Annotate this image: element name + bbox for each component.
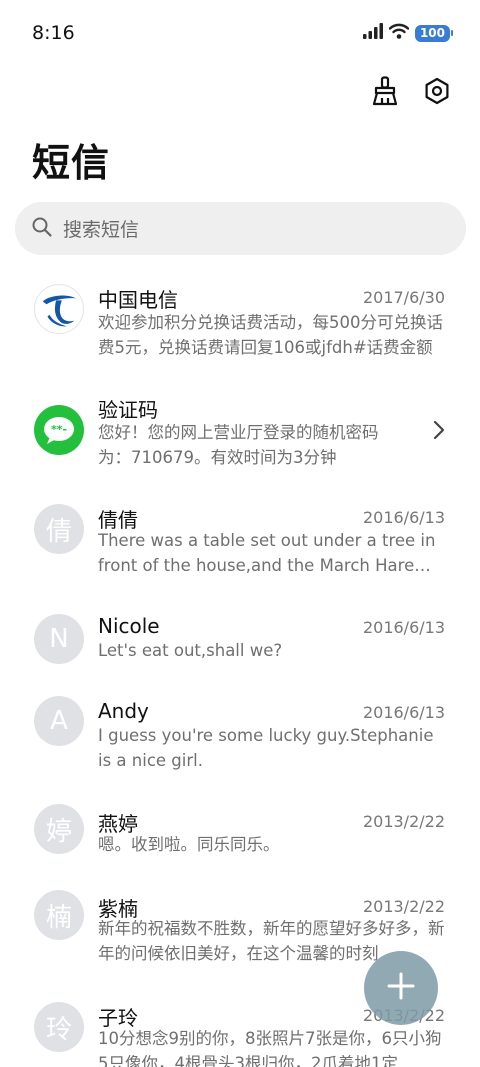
search-input[interactable]: 搜索短信 [15,202,466,255]
list-item[interactable]: 中国电信 2017/6/30 欢迎参加积分兑换话费活动，每500分可兑换话费5元… [0,270,480,380]
avatar: 楠 [34,890,84,940]
search-icon [31,216,53,242]
status-bar: 8:16 100 [0,0,480,68]
message-date: 2016/6/13 [362,703,445,722]
search-placeholder: 搜索短信 [63,219,140,241]
clean-button[interactable] [368,76,402,110]
avatar: 倩 [34,504,84,554]
message-preview: 您好！您的网上营业厅登录的随机密码为：710679。有效时间为3分钟 [98,423,379,467]
sender-name: Andy [98,699,149,723]
message-preview: Let's eat out,shall we? [98,641,283,660]
status-time: 8:16 [32,22,75,44]
svg-text:**-: **- [51,423,67,436]
list-item[interactable]: A Andy 2016/6/13 I guess you're some luc… [0,686,480,796]
settings-button[interactable] [420,76,454,110]
chevron-right-icon [432,419,446,445]
battery-indicator: 100 [414,24,454,42]
message-date: 2017/6/30 [362,288,445,307]
message-preview: There was a table set out under a tree i… [98,531,436,575]
broom-icon [371,76,399,110]
avatar: 婷 [34,804,84,854]
signal-icon [362,23,383,43]
list-item[interactable]: 婷 燕婷 2013/2/22 嗯。收到啦。同乐同乐。 [0,796,480,881]
message-preview: 欢迎参加积分兑换话费活动，每500分可兑换话费5元，兑换话费请回复106或jfd… [98,313,443,357]
page-title: 短信 [32,141,111,185]
message-date: 2013/2/22 [362,897,445,916]
message-date: 2016/6/13 [362,618,445,637]
plus-icon [386,971,416,1005]
gear-icon [423,77,451,109]
message-preview: I guess you're some lucky guy.Stephanie … [98,726,434,770]
china-telecom-logo [34,284,84,334]
message-bubble-icon: **- [34,405,84,455]
wifi-icon [388,23,410,43]
message-preview: 10分想念9别的你，8张照片7张是你，6只小狗5只像你，4根骨头3根归你，2爪着… [98,1029,442,1067]
avatar: N [34,614,84,664]
status-icons: 100 [362,22,454,44]
list-item[interactable]: 倩 倩倩 2016/6/13 There was a table set out… [0,490,480,600]
sender-name: Nicole [98,614,160,638]
sender-name: 验证码 [98,398,158,422]
new-message-button[interactable] [364,951,438,1025]
message-date: 2013/2/22 [362,812,445,831]
avatar: A [34,696,84,746]
list-item[interactable]: **- 验证码 您好！您的网上营业厅登录的随机密码为：710679。有效时间为3… [0,380,480,490]
message-preview: 嗯。收到啦。同乐同乐。 [98,835,280,854]
message-date: 2016/6/13 [362,508,445,527]
sender-name: 中国电信 [98,288,178,312]
list-item[interactable]: N Nicole 2016/6/13 Let's eat out,shall w… [0,600,480,686]
avatar: 玲 [34,1002,84,1052]
top-actions [368,76,454,110]
